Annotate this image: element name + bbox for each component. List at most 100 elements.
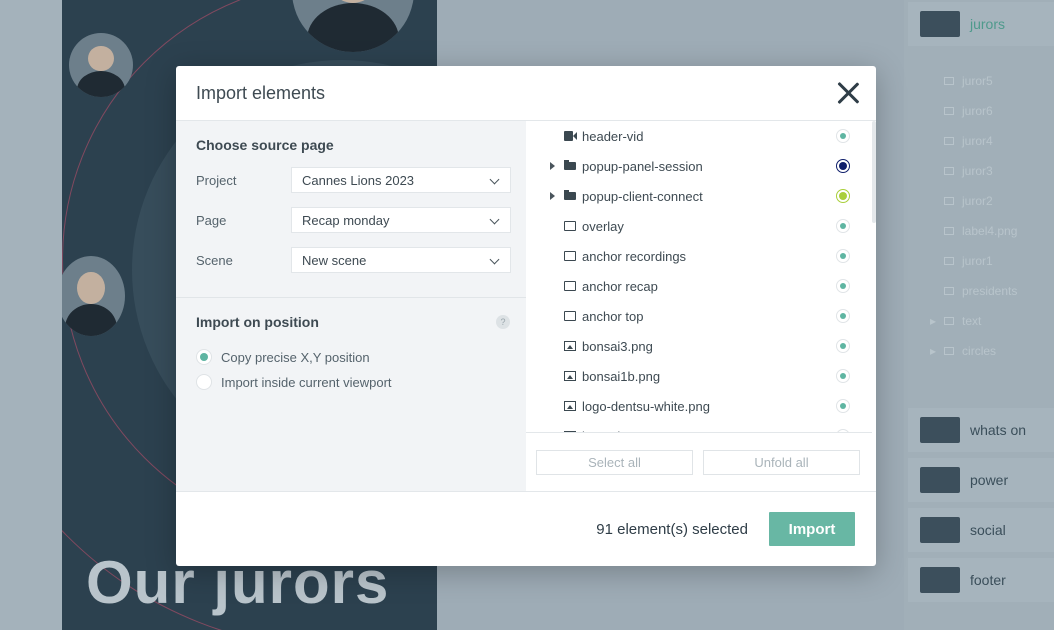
element-label: header-vid [582, 128, 644, 144]
status-dot [840, 253, 846, 259]
scrollbar[interactable] [872, 121, 876, 433]
layer-thumbnail [920, 567, 960, 593]
element-label: anchor recap [582, 278, 658, 294]
element-row[interactable]: anchor recap [526, 271, 866, 301]
scene-select[interactable]: New scene [291, 247, 511, 273]
status-radio[interactable] [836, 129, 850, 143]
radio-selected[interactable] [196, 349, 212, 365]
radio-unselected[interactable] [196, 374, 212, 390]
choose-source-heading: Choose source page [196, 137, 334, 153]
sublayer-item[interactable]: juror5 [944, 74, 993, 88]
status-radio[interactable] [836, 369, 850, 383]
dialog-header: Import elements [176, 66, 876, 121]
unfold-all-button[interactable]: Unfold all [703, 450, 860, 475]
caret-right-icon: ▸ [930, 344, 937, 358]
status-radio[interactable] [836, 249, 850, 263]
folder-icon [564, 160, 576, 170]
viewport-position-option[interactable]: Import inside current viewport [196, 374, 392, 390]
sublayer-item[interactable]: presidents [944, 284, 1017, 298]
element-row[interactable]: bonsai1b.png [526, 361, 866, 391]
sublayer-item[interactable]: juror1 [944, 254, 993, 268]
status-radio[interactable] [836, 339, 850, 353]
element-row[interactable]: popup-client-connect [526, 181, 866, 211]
juror-avatar [62, 256, 125, 336]
image-icon [564, 401, 576, 411]
rectangle-icon [564, 251, 576, 261]
sublayer-folder[interactable]: ▸ circles [930, 344, 996, 358]
layer-jurors[interactable]: jurors [908, 2, 1054, 46]
element-row[interactable]: anchor top [526, 301, 866, 331]
video-icon [564, 131, 577, 141]
select-all-button[interactable]: Select all [536, 450, 693, 475]
project-select[interactable]: Cannes Lions 2023 [291, 167, 511, 193]
sublayer-item[interactable]: juror4 [944, 134, 993, 148]
chevron-down-icon [489, 214, 500, 225]
import-button[interactable]: Import [769, 512, 855, 546]
project-label: Project [196, 172, 237, 188]
juror-avatar [69, 33, 133, 97]
element-label: popup-client-connect [582, 188, 703, 204]
layers-panel: jurors juror5 juror6 juror4 juror3 juror… [904, 0, 1054, 630]
element-label: bonsai1b.png [582, 368, 661, 384]
image-icon [944, 77, 954, 85]
image-icon [944, 287, 954, 295]
source-options-panel: Choose source page Project Cannes Lions … [176, 121, 526, 491]
element-row[interactable]: anchor recordings [526, 241, 866, 271]
status-dot [840, 343, 846, 349]
layer-whats-on[interactable]: whats on [908, 408, 1054, 452]
element-row[interactable]: bonsai3.png [526, 331, 866, 361]
layer-label: jurors [970, 16, 1006, 32]
status-dot [840, 133, 846, 139]
element-row[interactable]: bonsai4 [526, 421, 866, 433]
sublayer-item[interactable]: label4.png [944, 224, 1017, 238]
status-radio[interactable] [836, 219, 850, 233]
image-icon [944, 137, 954, 145]
close-icon[interactable] [836, 81, 860, 105]
element-row[interactable]: header-vid [526, 121, 866, 151]
status-dot [840, 373, 846, 379]
scene-row: Scene New scene [196, 247, 511, 273]
layer-thumbnail [920, 11, 960, 37]
status-radio[interactable] [836, 279, 850, 293]
element-row[interactable]: logo-dentsu-white.png [526, 391, 866, 421]
status-dot [840, 283, 846, 289]
import-position-heading: Import on position [196, 314, 319, 330]
element-label: overlay [582, 218, 624, 234]
sublayer-item[interactable]: juror2 [944, 194, 993, 208]
dialog-footer: 91 element(s) selected Import [176, 491, 876, 566]
caret-right-icon[interactable] [550, 162, 555, 170]
copy-position-option[interactable]: Copy precise X,Y position [196, 349, 370, 365]
status-radio[interactable] [836, 429, 850, 432]
layer-social[interactable]: social [908, 508, 1054, 552]
sublayer-item[interactable]: juror3 [944, 164, 993, 178]
status-radio[interactable] [836, 159, 850, 173]
scrollbar-thumb[interactable] [872, 121, 876, 223]
page-label: Page [196, 212, 227, 228]
layer-power[interactable]: power [908, 458, 1054, 502]
sublayer-folder[interactable]: ▸ text [930, 314, 981, 328]
layer-footer[interactable]: footer [908, 558, 1054, 602]
caret-right-icon: ▸ [930, 314, 937, 328]
image-icon [564, 371, 576, 381]
status-dot [839, 192, 847, 200]
element-row[interactable]: popup-panel-session [526, 151, 866, 181]
status-dot [839, 162, 847, 170]
status-radio[interactable] [836, 189, 850, 203]
page-select[interactable]: Recap monday [291, 207, 511, 233]
juror-avatar [292, 0, 414, 52]
dialog-title: Import elements [196, 82, 326, 103]
status-radio[interactable] [836, 309, 850, 323]
rectangle-icon [564, 221, 576, 231]
image-icon [944, 227, 954, 235]
canvas-margin [0, 0, 62, 630]
element-row[interactable]: overlay [526, 211, 866, 241]
section-divider [176, 297, 526, 298]
page-row: Page Recap monday [196, 207, 511, 233]
status-radio[interactable] [836, 399, 850, 413]
help-icon[interactable]: ? [496, 315, 510, 329]
caret-right-icon[interactable] [550, 192, 555, 200]
element-label: bonsai4 [582, 429, 628, 433]
elements-panel: header-vid popup-panel-session popup-clien… [526, 121, 876, 491]
sublayer-item[interactable]: juror6 [944, 104, 993, 118]
scene-label: Scene [196, 252, 233, 268]
